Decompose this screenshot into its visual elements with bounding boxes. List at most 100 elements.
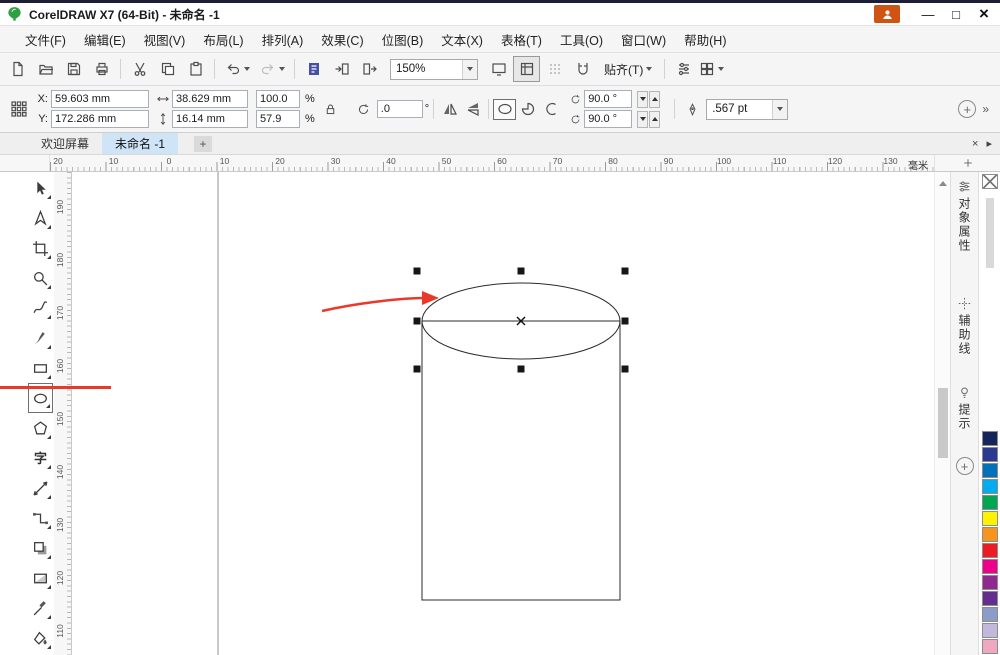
vertical-ruler[interactable]: 190180170160150140130120110 bbox=[54, 172, 72, 655]
menu-item-4[interactable]: 布局(L) bbox=[194, 26, 252, 53]
mirror-horizontal-button[interactable] bbox=[438, 99, 461, 120]
shape-tool[interactable] bbox=[28, 203, 53, 233]
palette-swatch[interactable] bbox=[982, 495, 998, 510]
text-tool[interactable]: 字 bbox=[28, 443, 53, 473]
add-docker-button[interactable]: + bbox=[956, 457, 974, 475]
ruler-origin-corner[interactable] bbox=[0, 155, 50, 171]
overflow-button[interactable]: » bbox=[982, 102, 989, 116]
horizontal-ruler[interactable]: 毫米 20100102030405060708090100110120130 bbox=[50, 155, 934, 171]
palette-swatch[interactable] bbox=[982, 447, 998, 462]
rotation-angle-field[interactable]: .0 bbox=[377, 100, 423, 118]
no-color-swatch[interactable] bbox=[982, 174, 998, 189]
docker-expand-icon[interactable]: ▸ bbox=[986, 137, 992, 150]
pie-mode-button[interactable] bbox=[516, 99, 539, 120]
docker-tab-object-properties[interactable]: 对象属性 bbox=[956, 180, 973, 253]
connector-tool[interactable] bbox=[28, 503, 53, 533]
palette-swatch[interactable] bbox=[982, 479, 998, 494]
rectangle-tool[interactable] bbox=[28, 353, 53, 383]
snap-to-button[interactable]: 贴齐(T) bbox=[597, 57, 659, 82]
palette-swatch[interactable] bbox=[982, 623, 998, 638]
palette-swatch[interactable] bbox=[982, 511, 998, 526]
redo-button[interactable] bbox=[255, 56, 289, 82]
menu-item-9[interactable]: 表格(T) bbox=[492, 26, 551, 53]
open-button[interactable] bbox=[32, 56, 59, 82]
zoom-combo-button[interactable] bbox=[462, 60, 477, 79]
palette-scrollbar[interactable] bbox=[986, 198, 994, 268]
x-position-field[interactable]: 59.603 mm bbox=[51, 90, 149, 108]
artistic-media-tool[interactable] bbox=[28, 323, 53, 353]
snap-settings-button[interactable] bbox=[569, 56, 596, 82]
dimension-tool[interactable] bbox=[28, 473, 53, 503]
ruler-settings-icon[interactable] bbox=[963, 158, 973, 168]
palette-swatch[interactable] bbox=[982, 591, 998, 606]
scroll-up-icon[interactable] bbox=[939, 181, 947, 186]
ellipse-mode-button[interactable] bbox=[493, 99, 516, 120]
tab-untitled-1[interactable]: 未命名 -1 bbox=[102, 133, 178, 154]
palette-swatch[interactable] bbox=[982, 575, 998, 590]
end-angle-field[interactable]: 90.0 ° bbox=[584, 110, 632, 128]
drawn-rectangle[interactable] bbox=[422, 321, 620, 600]
drop-shadow-tool[interactable] bbox=[28, 533, 53, 563]
polygon-tool[interactable] bbox=[28, 413, 53, 443]
docker-tab-guidelines[interactable]: 辅助线 bbox=[956, 297, 973, 356]
arc-mode-button[interactable] bbox=[539, 99, 562, 120]
drawing-canvas[interactable] bbox=[72, 172, 934, 655]
menu-item-8[interactable]: 文本(X) bbox=[432, 26, 492, 53]
search-content-button[interactable] bbox=[300, 56, 327, 82]
menu-item-7[interactable]: 位图(B) bbox=[373, 26, 433, 53]
freehand-tool[interactable] bbox=[28, 293, 53, 323]
application-launcher-button[interactable] bbox=[698, 56, 725, 82]
minimize-button[interactable]: — bbox=[914, 3, 942, 25]
y-position-field[interactable]: 172.286 mm bbox=[51, 110, 149, 128]
transparency-tool[interactable] bbox=[28, 563, 53, 593]
palette-swatch[interactable] bbox=[982, 607, 998, 622]
menu-item-10[interactable]: 工具(O) bbox=[551, 26, 612, 53]
palette-swatch[interactable] bbox=[982, 559, 998, 574]
object-width-field[interactable]: 38.629 mm bbox=[172, 90, 248, 108]
menu-item-2[interactable]: 编辑(E) bbox=[75, 26, 135, 53]
outline-width-button[interactable] bbox=[772, 100, 787, 119]
zoom-level-combo[interactable]: 150% bbox=[390, 59, 478, 80]
eyedropper-tool[interactable] bbox=[28, 593, 53, 623]
scale-horizontal-field[interactable]: 100.0 bbox=[256, 90, 300, 108]
zoom-tool[interactable] bbox=[28, 263, 53, 293]
menu-item-6[interactable]: 效果(C) bbox=[312, 26, 372, 53]
start-angle-spin-up[interactable] bbox=[649, 91, 660, 108]
close-button[interactable]: × bbox=[970, 3, 998, 25]
tab-welcome-screen[interactable]: 欢迎屏幕 bbox=[28, 133, 102, 154]
start-angle-spin-down[interactable] bbox=[637, 91, 648, 108]
palette-swatch[interactable] bbox=[982, 639, 998, 654]
scale-vertical-field[interactable]: 57.9 bbox=[256, 110, 300, 128]
maximize-button[interactable]: □ bbox=[942, 3, 970, 25]
fullscreen-preview-button[interactable] bbox=[485, 56, 512, 82]
menu-item-11[interactable]: 窗口(W) bbox=[612, 26, 675, 53]
crop-tool[interactable] bbox=[28, 233, 53, 263]
options-button[interactable] bbox=[670, 56, 697, 82]
object-height-field[interactable]: 16.14 mm bbox=[172, 110, 248, 128]
palette-swatch[interactable] bbox=[982, 463, 998, 478]
paste-button[interactable] bbox=[182, 56, 209, 82]
pick-tool[interactable] bbox=[28, 173, 53, 203]
outline-width-combo[interactable]: .567 pt bbox=[706, 99, 788, 120]
show-rulers-button[interactable] bbox=[513, 56, 540, 82]
menu-item-12[interactable]: 帮助(H) bbox=[675, 26, 735, 53]
palette-swatch[interactable] bbox=[982, 527, 998, 542]
menu-item-5[interactable]: 排列(A) bbox=[253, 26, 313, 53]
mirror-vertical-button[interactable] bbox=[461, 99, 484, 120]
lock-ratio-button[interactable] bbox=[317, 96, 344, 122]
vertical-scrollbar[interactable] bbox=[934, 172, 950, 655]
save-button[interactable] bbox=[60, 56, 87, 82]
menu-item-1[interactable]: 文件(F) bbox=[16, 26, 75, 53]
undo-dropdown-caret[interactable] bbox=[244, 67, 250, 71]
import-button[interactable] bbox=[328, 56, 355, 82]
show-grid-button[interactable] bbox=[541, 56, 568, 82]
new-document-button[interactable] bbox=[4, 56, 31, 82]
account-button[interactable] bbox=[874, 5, 900, 23]
palette-swatch[interactable] bbox=[982, 431, 998, 446]
print-button[interactable] bbox=[88, 56, 115, 82]
redo-dropdown-caret[interactable] bbox=[279, 67, 285, 71]
palette-swatch[interactable] bbox=[982, 543, 998, 558]
start-angle-field[interactable]: 90.0 ° bbox=[584, 90, 632, 108]
docker-tab-hints[interactable]: 提示 bbox=[956, 386, 973, 431]
docker-close-icon[interactable]: × bbox=[972, 138, 978, 150]
